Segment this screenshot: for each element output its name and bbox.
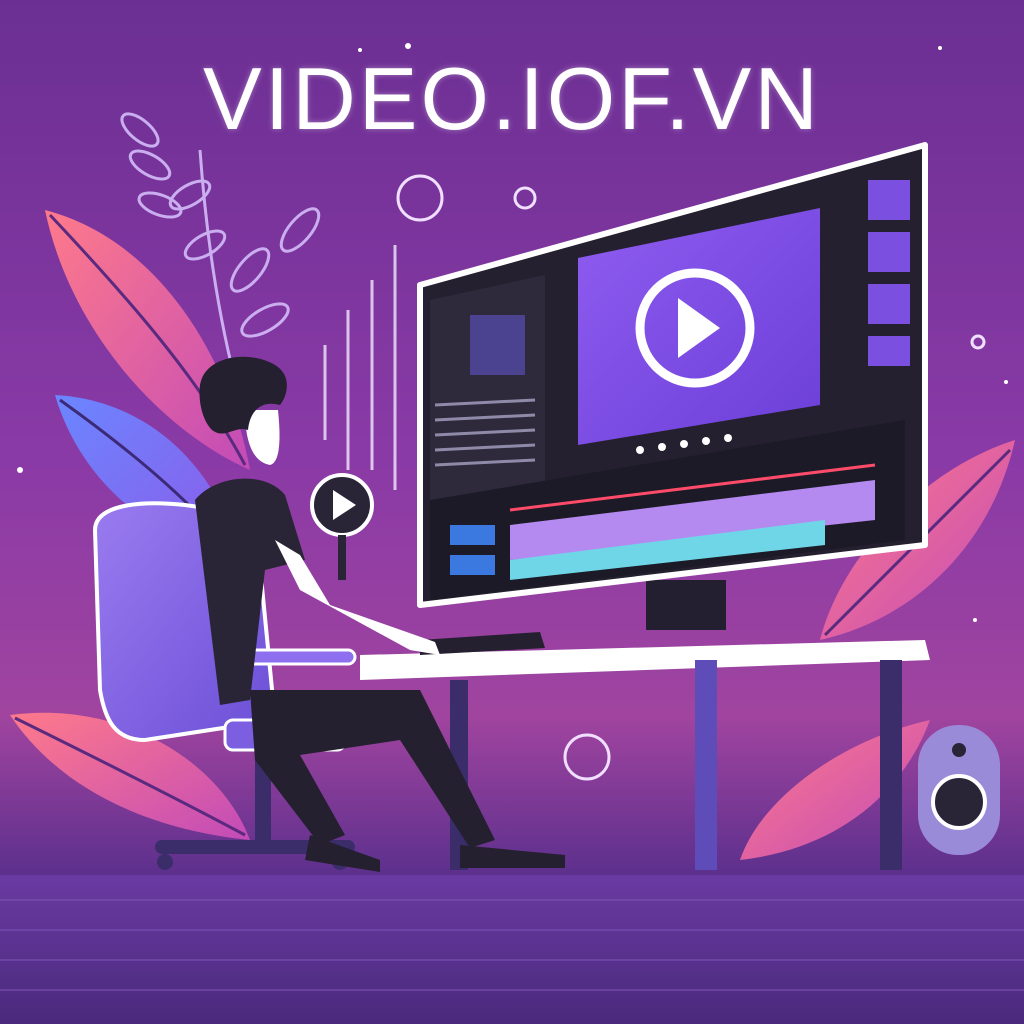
floor (0, 875, 1024, 1024)
background-art (0, 43, 1024, 1024)
light-bars (323, 245, 397, 490)
play-icon-small (310, 473, 374, 580)
illustration-scene: VIDEO.IOF.VN (0, 0, 1024, 1024)
thumbnail (470, 315, 525, 375)
page-title: VIDEO.IOF.VN (203, 49, 821, 148)
speaker-icon (918, 725, 1000, 855)
monitor (417, 142, 928, 630)
